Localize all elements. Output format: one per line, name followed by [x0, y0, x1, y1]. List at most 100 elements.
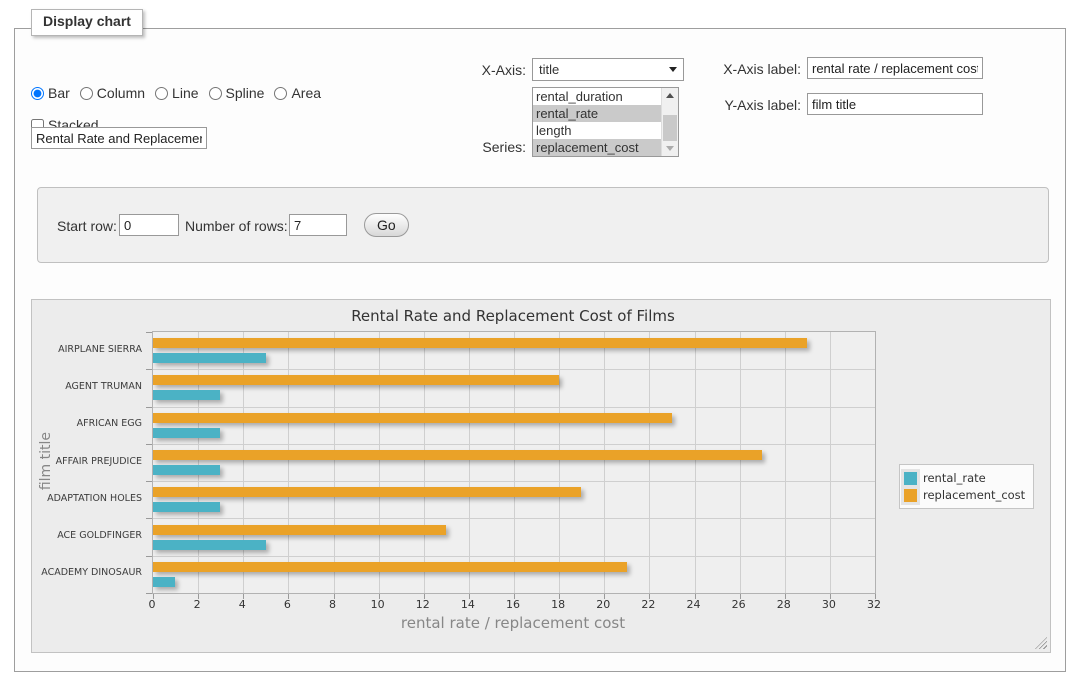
x-tick-label: 0	[149, 598, 156, 611]
chart-title-input[interactable]	[31, 127, 207, 149]
plot-area	[152, 331, 876, 594]
bar-rental_rate	[153, 428, 220, 438]
scroll-down-button[interactable]	[662, 141, 678, 156]
series-scrollbar[interactable]	[661, 88, 678, 156]
grid-line-vertical	[198, 332, 199, 593]
grid-line-vertical	[379, 332, 380, 593]
category-label: AGENT TRUMAN	[32, 381, 142, 392]
x-tick-label: 24	[687, 598, 701, 611]
x-tick-label: 22	[641, 598, 655, 611]
display-chart-fieldset: Display chart Bar Column Line Spline Are…	[14, 28, 1066, 672]
grid-line-horizontal	[153, 518, 875, 519]
bar-replacement_cost	[153, 450, 762, 460]
x-tick-label: 8	[329, 598, 336, 611]
bar-replacement_cost	[153, 525, 446, 535]
legend-item: replacement_cost	[904, 488, 1025, 502]
series-listbox[interactable]: rental_durationrental_ratelengthreplacem…	[532, 87, 679, 157]
y-tick-mark	[146, 593, 152, 594]
grid-line-vertical	[695, 332, 696, 593]
y-tick-mark	[146, 444, 152, 445]
rows-control-box: Start row: Number of rows: Go	[37, 187, 1049, 263]
series-option[interactable]: rental_rate	[533, 105, 661, 122]
x-tick-label: 18	[551, 598, 565, 611]
chart-type-radio-spline[interactable]	[209, 87, 222, 100]
bar-replacement_cost	[153, 487, 581, 497]
chart-type-radio-column[interactable]	[80, 87, 93, 100]
category-label: AFRICAN EGG	[32, 418, 142, 429]
y-tick-mark	[146, 481, 152, 482]
grid-line-vertical	[243, 332, 244, 593]
x-tick-label: 6	[284, 598, 291, 611]
x-tick-label: 14	[461, 598, 475, 611]
grid-line-horizontal	[153, 369, 875, 370]
scroll-down-icon	[666, 146, 674, 151]
x-tick-label: 4	[239, 598, 246, 611]
x-tick-label: 30	[822, 598, 836, 611]
grid-line-vertical	[604, 332, 605, 593]
bar-rental_rate	[153, 577, 175, 587]
series-option[interactable]: replacement_cost	[533, 139, 661, 156]
chart-type-label-bar: Bar	[48, 85, 70, 101]
chart-type-option-line: Line	[155, 85, 198, 101]
bar-rental_rate	[153, 390, 220, 400]
x-tick-label: 28	[777, 598, 791, 611]
chart-type-label-spline: Spline	[226, 85, 265, 101]
category-label: ACADEMY DINOSAUR	[32, 567, 142, 578]
y-tick-mark	[146, 332, 152, 333]
series-option[interactable]: rental_duration	[533, 88, 661, 105]
x-axis-selected-value: title	[539, 62, 559, 77]
x-axis-label-caption: X-Axis label:	[705, 61, 801, 77]
legend-swatch	[904, 472, 917, 485]
go-button[interactable]: Go	[364, 213, 409, 237]
grid-line-vertical	[830, 332, 831, 593]
grid-line-vertical	[334, 332, 335, 593]
x-axis-select[interactable]: title	[532, 58, 684, 81]
bar-rental_rate	[153, 465, 220, 475]
category-label: AFFAIR PREJUDICE	[32, 456, 142, 467]
fieldset-legend: Display chart	[31, 9, 143, 36]
chart-panel: Rental Rate and Replacement Cost of Film…	[31, 299, 1051, 653]
scroll-up-icon	[666, 93, 674, 98]
x-tick-label: 32	[867, 598, 881, 611]
x-axis-select-label: X-Axis:	[455, 62, 526, 78]
y-tick-mark	[146, 518, 152, 519]
bar-rental_rate	[153, 540, 266, 550]
grid-line-vertical	[740, 332, 741, 593]
chart-type-radio-bar[interactable]	[31, 87, 44, 100]
x-tick-label: 10	[371, 598, 385, 611]
bar-replacement_cost	[153, 562, 627, 572]
resize-handle-icon[interactable]	[1035, 637, 1047, 649]
x-tick-label: 20	[596, 598, 610, 611]
y-tick-mark	[146, 369, 152, 370]
y-axis-label-caption: Y-Axis label:	[705, 97, 801, 113]
x-axis-label-input[interactable]	[807, 57, 983, 79]
chart-type-label-line: Line	[172, 85, 198, 101]
grid-line-vertical	[559, 332, 560, 593]
x-axis-title: rental rate / replacement cost	[152, 614, 874, 632]
chart-type-radio-area[interactable]	[274, 87, 287, 100]
bar-rental_rate	[153, 353, 266, 363]
chart-type-radio-line[interactable]	[155, 87, 168, 100]
series-option[interactable]: length	[533, 122, 661, 139]
bar-replacement_cost	[153, 413, 672, 423]
bar-replacement_cost	[153, 375, 559, 385]
series-list-label: Series:	[455, 139, 526, 155]
y-axis-label-input[interactable]	[807, 93, 983, 115]
grid-line-vertical	[785, 332, 786, 593]
y-tick-mark	[146, 556, 152, 557]
chart-type-option-bar: Bar	[31, 85, 70, 101]
grid-line-vertical	[649, 332, 650, 593]
grid-line-vertical	[514, 332, 515, 593]
bar-rental_rate	[153, 502, 220, 512]
chart-legend: rental_rate replacement_cost	[899, 464, 1034, 509]
legend-label: rental_rate	[923, 471, 986, 485]
x-tick-label: 2	[194, 598, 201, 611]
number-of-rows-input[interactable]	[289, 214, 347, 236]
scrollbar-thumb[interactable]	[663, 115, 677, 141]
x-tick-label: 16	[506, 598, 520, 611]
category-label: ACE GOLDFINGER	[32, 530, 142, 541]
grid-line-horizontal	[153, 481, 875, 482]
legend-label: replacement_cost	[923, 488, 1025, 502]
scroll-up-button[interactable]	[662, 88, 678, 103]
start-row-input[interactable]	[119, 214, 179, 236]
